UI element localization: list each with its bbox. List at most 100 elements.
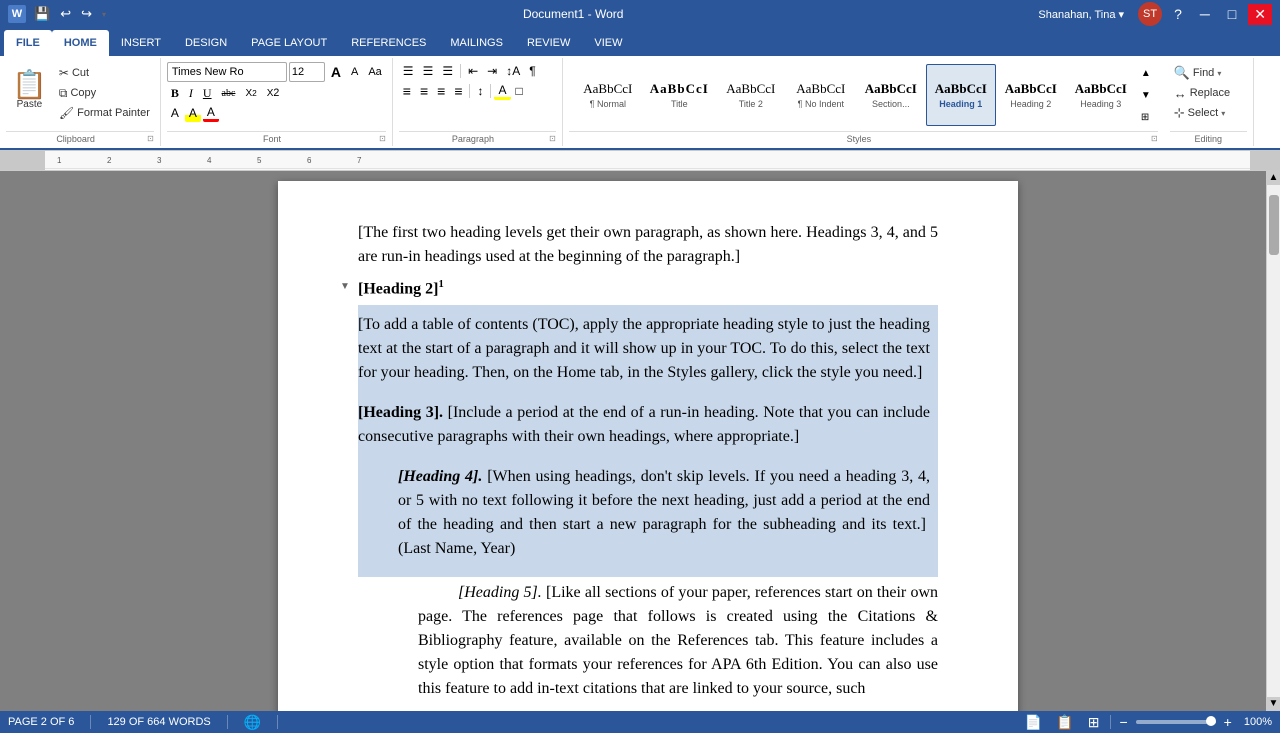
tab-references[interactable]: REFERENCES: [339, 30, 438, 56]
scroll-thumb[interactable]: [1269, 195, 1279, 255]
shading-button[interactable]: A: [494, 82, 510, 100]
style-heading2[interactable]: AaBbCcI Heading 2: [996, 64, 1066, 126]
find-dropdown-icon: ▾: [1217, 69, 1221, 78]
scroll-track[interactable]: [1267, 185, 1280, 697]
styles-scroll-down[interactable]: ▼: [1138, 86, 1154, 104]
font-name-selector[interactable]: [167, 62, 287, 82]
bold-button[interactable]: B: [167, 84, 183, 102]
sort-button[interactable]: ↕A: [502, 62, 524, 80]
help-button[interactable]: ?: [1168, 4, 1188, 24]
save-quick-icon[interactable]: 💾: [34, 6, 50, 22]
read-mode-button[interactable]: 📋: [1053, 714, 1076, 731]
document-page[interactable]: [The first two heading levels get their …: [278, 181, 1018, 711]
copy-button[interactable]: ⧉ Copy: [55, 84, 154, 102]
minimize-button[interactable]: ─: [1194, 4, 1216, 24]
font-label: Font: [167, 134, 377, 144]
scroll-area[interactable]: [The first two heading levels get their …: [30, 171, 1266, 711]
increase-indent-button[interactable]: ⇥: [483, 62, 501, 80]
style-heading3[interactable]: AaBbCcI Heading 3: [1066, 64, 1136, 126]
styles-scroll-up[interactable]: ▲: [1138, 64, 1154, 82]
style-title[interactable]: AaBbCcI Title: [643, 64, 716, 126]
text-effects-button[interactable]: A: [167, 104, 183, 122]
font-row-1: A A Aa: [167, 62, 386, 82]
align-right-button[interactable]: ≡: [433, 82, 449, 100]
print-layout-view-button[interactable]: 📄: [1022, 714, 1045, 731]
clipboard-label: Clipboard: [6, 134, 145, 144]
decrease-indent-button[interactable]: ⇤: [464, 62, 482, 80]
quick-access-dropdown-icon[interactable]: ▾: [102, 10, 106, 19]
font-color-button[interactable]: A: [203, 104, 219, 122]
subscript-button[interactable]: X2: [241, 84, 260, 102]
zoom-out-button[interactable]: −: [1119, 714, 1127, 730]
format-painter-button[interactable]: 🖌 Format Painter: [55, 104, 154, 122]
clear-format-button[interactable]: Aa: [364, 63, 385, 81]
numbering-button[interactable]: ☰: [419, 62, 438, 80]
clipboard-expand-icon[interactable]: ⊡: [147, 134, 154, 143]
bullets-button[interactable]: ☰: [399, 62, 418, 80]
undo-quick-icon[interactable]: ↩: [60, 6, 71, 22]
para-sep-2: [469, 84, 470, 98]
tab-file[interactable]: FILE: [4, 30, 52, 56]
editing-group: 🔍 Find ▾ ↔ Replace ⊹ Select ▾ Editing: [1164, 58, 1254, 146]
justify-button[interactable]: ≡: [450, 82, 466, 100]
underline-button[interactable]: U: [199, 84, 216, 102]
replace-button[interactable]: ↔ Replace: [1170, 84, 1247, 102]
show-marks-button[interactable]: ¶: [525, 62, 539, 80]
superscript-button[interactable]: X2: [263, 84, 284, 102]
maximize-button[interactable]: □: [1222, 4, 1242, 24]
italic-button[interactable]: I: [185, 84, 197, 102]
scroll-down-button[interactable]: ▼: [1267, 697, 1280, 711]
tab-view[interactable]: VIEW: [582, 30, 634, 56]
para-sep-3: [490, 84, 491, 98]
strikethrough-button[interactable]: abc: [218, 84, 240, 102]
text-highlight-button[interactable]: A: [185, 104, 201, 122]
align-left-button[interactable]: ≡: [399, 82, 415, 100]
words-status: 129 OF 664 WORDS: [107, 716, 210, 728]
collapse-arrow-icon[interactable]: ▼: [340, 279, 350, 294]
left-margin: [0, 171, 30, 711]
tab-pagelayout[interactable]: PAGE LAYOUT: [239, 30, 339, 56]
svg-text:5: 5: [257, 156, 262, 165]
close-button[interactable]: ✕: [1248, 4, 1272, 25]
cut-button[interactable]: ✂ Cut: [55, 64, 154, 82]
style-heading1[interactable]: AaBbCcI Heading 1: [926, 64, 996, 126]
page-status-text: PAGE 2 OF 6: [8, 716, 74, 728]
style-section[interactable]: AaBbCcI Section...: [856, 64, 926, 126]
zoom-in-button[interactable]: +: [1224, 714, 1232, 730]
status-sep-2: [227, 715, 228, 729]
styles-label: Styles: [569, 134, 1149, 144]
tab-design[interactable]: DESIGN: [173, 30, 239, 56]
multilevel-button[interactable]: ☰: [438, 62, 457, 80]
tab-home[interactable]: HOME: [52, 30, 109, 56]
title-bar-center: Document1 - Word: [108, 7, 1038, 21]
paragraph-expand-icon[interactable]: ⊡: [549, 134, 556, 143]
web-layout-button[interactable]: ⊞: [1085, 714, 1103, 731]
styles-expand-icon[interactable]: ⊡: [1151, 134, 1158, 143]
heading3-label: [Heading 3].: [358, 404, 443, 421]
tab-review[interactable]: REVIEW: [515, 30, 582, 56]
tab-mailings[interactable]: MAILINGS: [438, 30, 515, 56]
copy-label: Copy: [70, 87, 96, 99]
grow-font-button[interactable]: A: [327, 63, 345, 81]
para-row-2: ≡ ≡ ≡ ≡ ↕ A □: [399, 82, 556, 100]
style-normal[interactable]: AaBbCcI ¶ Normal: [573, 64, 643, 126]
select-button[interactable]: ⊹ Select ▾: [1170, 104, 1247, 122]
style-noindent[interactable]: AaBbCcI ¶ No Indent: [786, 64, 856, 126]
paste-button[interactable]: 📋 Paste: [6, 60, 53, 120]
redo-quick-icon[interactable]: ↪: [81, 6, 92, 22]
styles-more[interactable]: ⊞: [1138, 108, 1154, 126]
scroll-up-button[interactable]: ▲: [1267, 171, 1280, 185]
find-button[interactable]: 🔍 Find ▾: [1170, 64, 1247, 82]
style-title2[interactable]: AaBbCcI Title 2: [716, 64, 786, 126]
font-expand-icon[interactable]: ⊡: [379, 134, 386, 143]
font-size-selector[interactable]: [289, 62, 325, 82]
shrink-font-button[interactable]: A: [347, 63, 362, 81]
select-label: Select: [1188, 107, 1219, 119]
font-group: A A Aa B I U abc X2 X2 A A A: [161, 58, 393, 146]
border-button[interactable]: □: [512, 82, 527, 100]
lang-status[interactable]: 🌐: [244, 714, 261, 731]
line-spacing-button[interactable]: ↕: [473, 82, 487, 100]
zoom-slider[interactable]: [1136, 720, 1216, 724]
align-center-button[interactable]: ≡: [416, 82, 432, 100]
tab-insert[interactable]: INSERT: [109, 30, 173, 56]
